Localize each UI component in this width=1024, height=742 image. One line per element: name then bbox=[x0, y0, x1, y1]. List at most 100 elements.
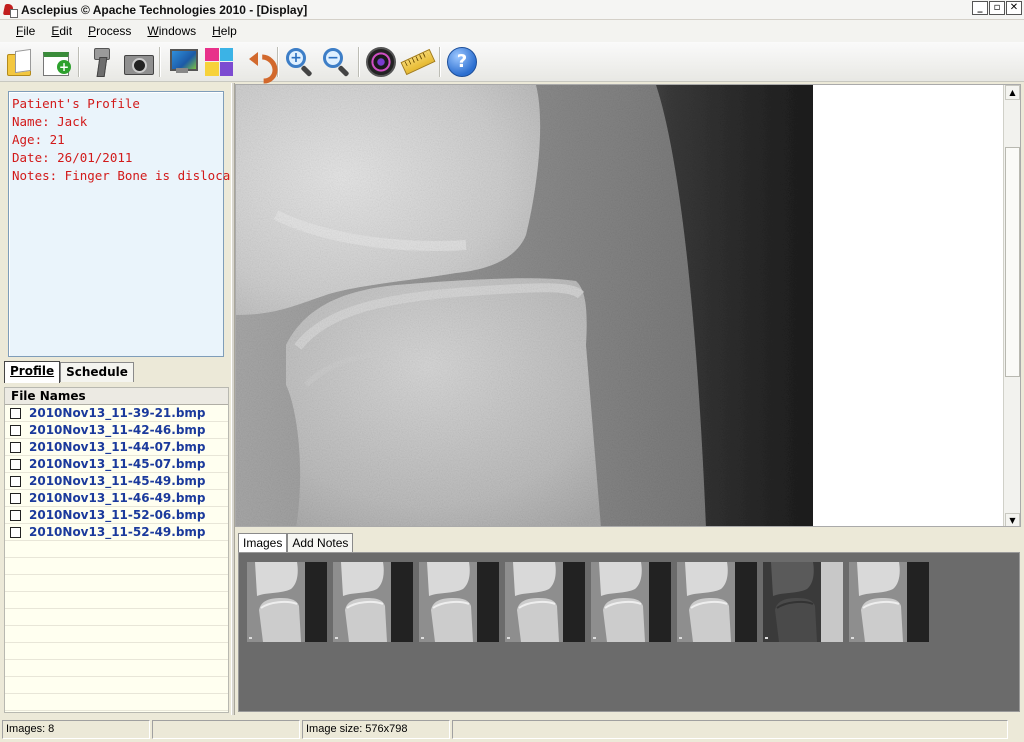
patient-profile-box[interactable]: Patient's Profile Name: Jack Age: 21 Dat… bbox=[8, 91, 253, 357]
profile-heading: Patient's Profile bbox=[12, 96, 140, 111]
empty-list-row bbox=[5, 660, 228, 677]
image-thumbnail[interactable] bbox=[505, 562, 585, 642]
empty-list-row bbox=[5, 694, 228, 711]
scrollbar-thumb[interactable] bbox=[1005, 147, 1020, 377]
camera-button[interactable] bbox=[121, 45, 155, 79]
profile-notes: Notes: Finger Bone is dislocated bbox=[12, 168, 253, 183]
title-bar: Asclepius © Apache Technologies 2010 - [… bbox=[0, 0, 1024, 20]
app-window: Asclepius © Apache Technologies 2010 - [… bbox=[0, 0, 1024, 742]
color-mosaic-button[interactable] bbox=[202, 45, 236, 79]
image-thumbnail[interactable] bbox=[591, 562, 671, 642]
scroll-down-icon[interactable]: ▼ bbox=[1005, 513, 1020, 526]
file-list: File Names 2010Nov13_11-39-21.bmp 2010Nov… bbox=[4, 387, 229, 713]
new-window-button[interactable] bbox=[40, 45, 74, 79]
file-checkbox[interactable] bbox=[10, 458, 21, 470]
toolbar-separator bbox=[78, 46, 80, 77]
scroll-up-icon[interactable]: ▲ bbox=[1005, 85, 1020, 100]
file-checkbox[interactable] bbox=[10, 407, 21, 419]
file-list-item[interactable]: 2010Nov13_11-39-21.bmp bbox=[5, 405, 228, 422]
file-list-item[interactable]: 2010Nov13_11-46-49.bmp bbox=[5, 490, 228, 507]
image-thumbnail[interactable] bbox=[677, 562, 757, 642]
file-list-item[interactable]: 2010Nov13_11-45-07.bmp bbox=[5, 456, 228, 473]
tab-add-notes[interactable]: Add Notes bbox=[287, 533, 354, 552]
file-checkbox[interactable] bbox=[10, 492, 21, 504]
file-name: 2010Nov13_11-52-49.bmp bbox=[29, 525, 206, 539]
file-checkbox[interactable] bbox=[10, 475, 21, 487]
file-checkbox[interactable] bbox=[10, 441, 21, 453]
scanner-button[interactable] bbox=[84, 45, 118, 79]
status-image-size: Image size: 576x798 bbox=[302, 720, 450, 739]
file-name: 2010Nov13_11-52-06.bmp bbox=[29, 508, 206, 522]
ruler-button[interactable] bbox=[400, 45, 436, 79]
image-display: ▲ ▼ bbox=[235, 84, 1021, 527]
file-name: 2010Nov13_11-44-07.bmp bbox=[29, 440, 206, 454]
file-checkbox[interactable] bbox=[10, 526, 21, 538]
toolbar: + − ? bbox=[0, 42, 1024, 82]
menu-windows[interactable]: Windows bbox=[139, 24, 204, 38]
file-name: 2010Nov13_11-46-49.bmp bbox=[29, 491, 206, 505]
tab-profile[interactable]: Profile bbox=[4, 361, 61, 383]
menu-file[interactable]: File bbox=[8, 24, 43, 38]
image-thumbnail[interactable] bbox=[849, 562, 929, 642]
help-button[interactable]: ? bbox=[445, 45, 479, 79]
status-bar: Images: 8 Image size: 576x798 bbox=[0, 717, 1024, 742]
undo-button[interactable] bbox=[239, 45, 273, 79]
help-icon: ? bbox=[447, 46, 477, 77]
close-button[interactable]: ✕ bbox=[1006, 1, 1022, 15]
lens-icon bbox=[366, 46, 396, 77]
empty-list-row bbox=[5, 592, 228, 609]
file-name: 2010Nov13_11-42-46.bmp bbox=[29, 423, 206, 437]
empty-list-row bbox=[5, 643, 228, 660]
file-list-item[interactable]: 2010Nov13_11-42-46.bmp bbox=[5, 422, 228, 439]
menu-process[interactable]: Process bbox=[80, 24, 139, 38]
file-list-item[interactable]: 2010Nov13_11-44-07.bmp bbox=[5, 439, 228, 456]
toolbar-separator bbox=[439, 46, 441, 77]
tab-images[interactable]: Images bbox=[238, 533, 288, 552]
tab-schedule[interactable]: Schedule bbox=[60, 362, 134, 382]
toolbar-separator bbox=[358, 46, 360, 77]
profile-date: Date: 26/01/2011 bbox=[12, 150, 133, 165]
restore-button[interactable]: ▫ bbox=[989, 1, 1005, 15]
ruler-icon bbox=[400, 48, 436, 75]
camera-icon bbox=[124, 50, 154, 75]
status-image-count: Images: 8 bbox=[2, 720, 150, 739]
vertical-scrollbar[interactable]: ▲ ▼ bbox=[1003, 85, 1020, 526]
zoom-out-icon: − bbox=[323, 47, 351, 77]
window-controls: _ ▫ ✕ bbox=[972, 1, 1022, 15]
image-thumbnail[interactable] bbox=[419, 562, 499, 642]
scanner-icon bbox=[92, 47, 110, 76]
image-thumbnail[interactable] bbox=[247, 562, 327, 642]
zoom-in-button[interactable]: + bbox=[283, 45, 317, 79]
lens-button[interactable] bbox=[364, 45, 398, 79]
file-list-item[interactable]: 2010Nov13_11-45-49.bmp bbox=[5, 473, 228, 490]
file-checkbox[interactable] bbox=[10, 424, 21, 436]
file-name: 2010Nov13_11-39-21.bmp bbox=[29, 406, 206, 420]
xray-image[interactable] bbox=[236, 85, 813, 526]
profile-age: Age: 21 bbox=[12, 132, 65, 147]
profile-name: Name: Jack bbox=[12, 114, 88, 129]
file-checkbox[interactable] bbox=[10, 509, 21, 521]
new-window-icon bbox=[43, 50, 71, 76]
monitor-button[interactable] bbox=[165, 45, 199, 79]
file-list-header[interactable]: File Names bbox=[5, 388, 228, 405]
zoom-out-button[interactable]: − bbox=[320, 45, 354, 79]
image-thumbnail[interactable] bbox=[763, 562, 843, 642]
empty-list-row bbox=[5, 677, 228, 694]
file-list-item[interactable]: 2010Nov13_11-52-49.bmp bbox=[5, 524, 228, 541]
menu-help[interactable]: Help bbox=[204, 24, 245, 38]
file-name: 2010Nov13_11-45-07.bmp bbox=[29, 457, 206, 471]
menu-edit[interactable]: Edit bbox=[43, 24, 80, 38]
minimize-button[interactable]: _ bbox=[972, 1, 988, 15]
status-panel-2 bbox=[152, 720, 300, 739]
image-thumbnail[interactable] bbox=[333, 562, 413, 642]
toolbar-separator bbox=[159, 46, 161, 77]
empty-list-row bbox=[5, 558, 228, 575]
file-list-item[interactable]: 2010Nov13_11-52-06.bmp bbox=[5, 507, 228, 524]
window-title: Asclepius © Apache Technologies 2010 - [… bbox=[21, 2, 308, 17]
empty-list-row bbox=[5, 541, 228, 558]
undo-icon bbox=[242, 49, 270, 75]
open-folder-button[interactable] bbox=[3, 45, 37, 79]
monitor-icon bbox=[168, 48, 198, 75]
empty-list-row bbox=[5, 575, 228, 592]
empty-list-row bbox=[5, 609, 228, 626]
